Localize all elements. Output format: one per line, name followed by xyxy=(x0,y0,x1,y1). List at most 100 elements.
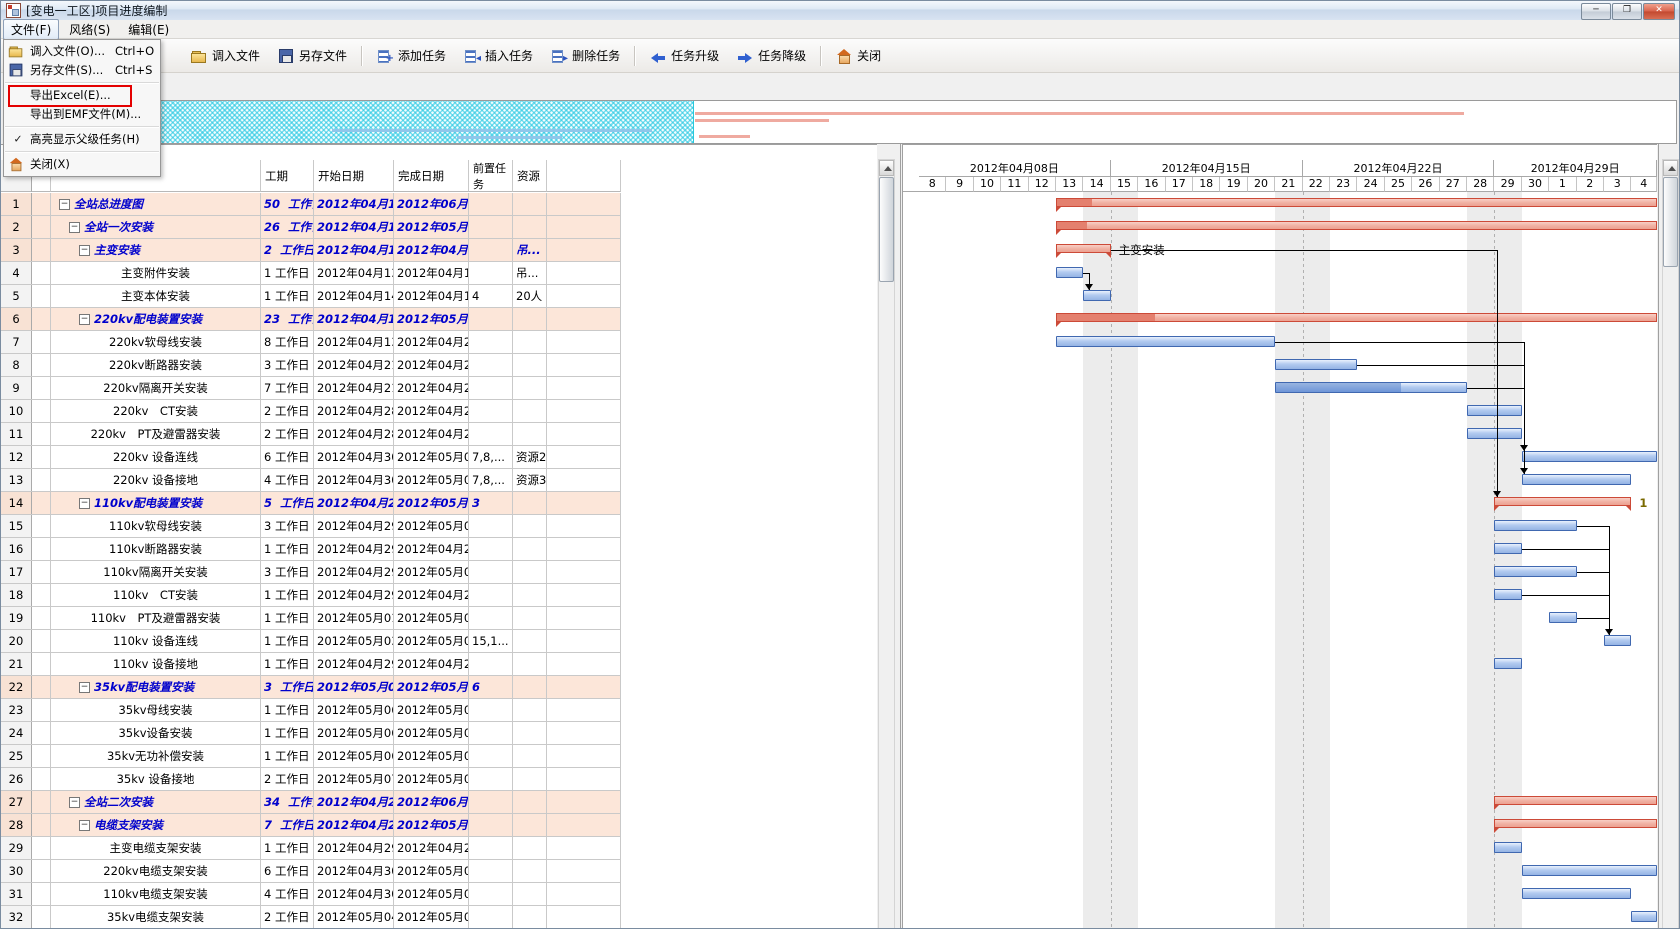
collapse-icon[interactable]: − xyxy=(79,682,90,693)
menubar-item-1[interactable]: 风络(S) xyxy=(61,19,118,40)
task-bar-row-5[interactable] xyxy=(1083,290,1110,301)
table-row-14[interactable]: 14−110kv配电装置安装5 工作日2012年04月29日2012年05月03… xyxy=(1,492,621,515)
toolbar-button-6[interactable]: 任务降级 xyxy=(728,42,815,69)
menu-item-6[interactable]: ✓高亮显示父级任务(H) xyxy=(4,130,160,149)
table-row-19[interactable]: 19110kv PT及避雷器安装1 工作日2012年05月01日2012年05月… xyxy=(1,607,621,630)
table-row-32[interactable]: 3235kv电缆支架安装2 工作日2012年05月04日2012年05月05日 xyxy=(1,906,621,929)
table-row-16[interactable]: 16110kv断路器安装1 工作日2012年04月29日2012年04月29日 xyxy=(1,538,621,561)
table-row-22[interactable]: 22−35kv配电装置安装3 工作日2012年05月06日2012年05月08日… xyxy=(1,676,621,699)
table-row-26[interactable]: 2635kv 设备接地2 工作日2012年05月07日2012年05月08日 xyxy=(1,768,621,791)
table-row-3[interactable]: 3−主变安装2 工作日2012年04月13日2012年04月14日吊... xyxy=(1,239,621,262)
table-row-23[interactable]: 2335kv母线安装1 工作日2012年05月06日2012年05月06日 xyxy=(1,699,621,722)
table-row-17[interactable]: 17110kv隔离开关安装3 工作日2012年04月29日2012年05月01日 xyxy=(1,561,621,584)
pane-splitter[interactable] xyxy=(900,144,901,929)
table-row-7[interactable]: 7220kv软母线安装8 工作日2012年04月13日2012年04月20日 xyxy=(1,331,621,354)
task-bar-row-12[interactable] xyxy=(1522,451,1657,462)
table-row-24[interactable]: 2435kv设备安装1 工作日2012年05月06日2012年05月06日 xyxy=(1,722,621,745)
table-row-15[interactable]: 15110kv软母线安装3 工作日2012年04月29日2012年05月01日 xyxy=(1,515,621,538)
task-bar-row-16[interactable] xyxy=(1494,543,1521,554)
collapse-icon[interactable]: − xyxy=(69,222,80,233)
toolbar-button-5[interactable]: 任务升级 xyxy=(641,42,728,69)
menubar-item-2[interactable]: 编辑(E) xyxy=(120,19,177,40)
minimize-button[interactable]: ─ xyxy=(1581,3,1611,20)
task-bar-row-17[interactable] xyxy=(1494,566,1576,577)
summary-bar-row-3[interactable] xyxy=(1056,244,1111,253)
table-row-5[interactable]: 5主变本体安装1 工作日2012年04月14日2012年04月14日420人 xyxy=(1,285,621,308)
table-row-13[interactable]: 13220kv 设备接地4 工作日2012年04月30日2012年05月03日7… xyxy=(1,469,621,492)
header-predecessor[interactable]: 前置任务 xyxy=(469,160,513,192)
task-bar-row-4[interactable] xyxy=(1056,267,1083,278)
table-row-9[interactable]: 9220kv隔离开关安装7 工作日2012年04月21日2012年04月27日 xyxy=(1,377,621,400)
menu-item-3[interactable]: 导出Excel(E)... xyxy=(4,86,160,105)
toolbar-button-0[interactable]: 调入文件 xyxy=(182,42,269,69)
task-bar-row-13[interactable] xyxy=(1522,474,1632,485)
task-bar-row-20[interactable] xyxy=(1604,635,1631,646)
summary-bar-row-28[interactable] xyxy=(1494,819,1657,828)
collapse-icon[interactable]: − xyxy=(79,314,90,325)
header-start-date[interactable]: 开始日期 xyxy=(314,160,394,192)
task-bar-row-21[interactable] xyxy=(1494,658,1521,669)
task-bar-row-15[interactable] xyxy=(1494,520,1576,531)
table-row-11[interactable]: 11220kv PT及避雷器安装2 工作日2012年04月28日2012年04月… xyxy=(1,423,621,446)
collapse-icon[interactable]: − xyxy=(79,245,90,256)
task-bar-row-7[interactable] xyxy=(1056,336,1275,347)
task-bar-row-9[interactable] xyxy=(1275,382,1467,393)
summary-bar-row-2[interactable] xyxy=(1056,221,1657,230)
task-bar-row-11[interactable] xyxy=(1467,428,1522,439)
toolbar-button-4[interactable]: 删除任务 xyxy=(542,42,629,69)
task-bar-row-32[interactable] xyxy=(1631,911,1657,922)
menu-item-1[interactable]: 另存文件(S)...Ctrl+S xyxy=(4,61,160,80)
table-row-29[interactable]: 29主变电缆支架安装1 工作日2012年04月29日2012年04月29日 xyxy=(1,837,621,860)
toolbar-button-7[interactable]: 关闭 xyxy=(827,42,890,69)
menubar-item-0[interactable]: 文件(F) xyxy=(3,19,59,40)
summary-bar-row-14[interactable] xyxy=(1494,497,1631,506)
table-row-25[interactable]: 2535kv无功补偿安装1 工作日2012年05月06日2012年05月06日 xyxy=(1,745,621,768)
summary-bar-row-1[interactable] xyxy=(1056,198,1657,207)
task-bar-row-10[interactable] xyxy=(1467,405,1522,416)
maximize-button[interactable]: ❐ xyxy=(1612,3,1642,20)
task-bar-row-31[interactable] xyxy=(1522,888,1632,899)
collapse-icon[interactable]: − xyxy=(69,797,80,808)
table-row-4[interactable]: 4主变附件安装1 工作日2012年04月13日2012年04月13日吊... xyxy=(1,262,621,285)
task-bar-row-19[interactable] xyxy=(1549,612,1576,623)
table-row-27[interactable]: 27−全站二次安装34 工作日2012年04月29日2012年06月01日 xyxy=(1,791,621,814)
table-row-20[interactable]: 20110kv 设备连线1 工作日2012年05月03日2012年05月03日1… xyxy=(1,630,621,653)
summary-bar-row-6[interactable] xyxy=(1056,313,1657,322)
gantt-overview-band[interactable] xyxy=(3,100,1677,144)
toolbar-button-1[interactable]: 另存文件 xyxy=(269,42,356,69)
close-button[interactable]: ✕ xyxy=(1643,3,1675,20)
table-row-31[interactable]: 31110kv电缆支架安装4 工作日2012年04月30日2012年05月03日 xyxy=(1,883,621,906)
collapse-icon[interactable]: − xyxy=(79,498,90,509)
menu-item-0[interactable]: 调入文件(O)...Ctrl+O xyxy=(4,42,160,61)
header-resource[interactable]: 资源 xyxy=(513,160,547,192)
header-finish-date[interactable]: 完成日期 xyxy=(394,160,469,192)
collapse-icon[interactable]: − xyxy=(59,199,70,210)
task-bar-row-30[interactable] xyxy=(1522,865,1657,876)
gantt-vertical-scrollbar[interactable] xyxy=(1662,159,1679,929)
table-row-21[interactable]: 21110kv 设备接地1 工作日2012年04月29日2012年04月29日 xyxy=(1,653,621,676)
menu-item-8[interactable]: 关闭(X) xyxy=(4,155,160,174)
table-vertical-scrollbar[interactable] xyxy=(878,159,895,929)
table-row-1[interactable]: 1−全站总进度图50 工作日2012年04月13日2012年06月01日 xyxy=(1,193,621,216)
task-bar-row-8[interactable] xyxy=(1275,359,1357,370)
table-row-30[interactable]: 30220kv电缆支架安装6 工作日2012年04月30日2012年05月05日 xyxy=(1,860,621,883)
collapse-icon[interactable]: − xyxy=(79,820,90,831)
toolbar-button-3[interactable]: 插入任务 xyxy=(455,42,542,69)
table-scroll-up-icon[interactable] xyxy=(879,160,894,176)
table-row-2[interactable]: 2−全站一次安装26 工作日2012年04月13日2012年05月08日 xyxy=(1,216,621,239)
summary-bar-row-27[interactable] xyxy=(1494,796,1657,805)
table-row-12[interactable]: 12220kv 设备连线6 工作日2012年04月30日2012年05月05日7… xyxy=(1,446,621,469)
table-scrollbar-thumb[interactable] xyxy=(879,177,894,282)
task-bar-row-18[interactable] xyxy=(1494,589,1521,600)
table-row-8[interactable]: 8220kv断路器安装3 工作日2012年04月21日2012年04月23日 xyxy=(1,354,621,377)
header-duration[interactable]: 工期 xyxy=(261,160,314,192)
toolbar-button-2[interactable]: 添加任务 xyxy=(368,42,455,69)
table-row-10[interactable]: 10220kv CT安装2 工作日2012年04月28日2012年04月29日 xyxy=(1,400,621,423)
gantt-scrollbar-thumb[interactable] xyxy=(1663,177,1678,267)
menu-item-4[interactable]: 导出到EMF文件(M)... xyxy=(4,105,160,124)
table-row-28[interactable]: 28−电缆支架安装7 工作日2012年04月29日2012年05月05日 xyxy=(1,814,621,837)
table-row-18[interactable]: 18110kv CT安装1 工作日2012年04月29日2012年04月29日 xyxy=(1,584,621,607)
gantt-scroll-up-icon[interactable] xyxy=(1663,160,1678,176)
task-bar-row-29[interactable] xyxy=(1494,842,1521,853)
table-row-6[interactable]: 6−220kv配电装置安装23 工作日2012年04月13日2012年05月05… xyxy=(1,308,621,331)
